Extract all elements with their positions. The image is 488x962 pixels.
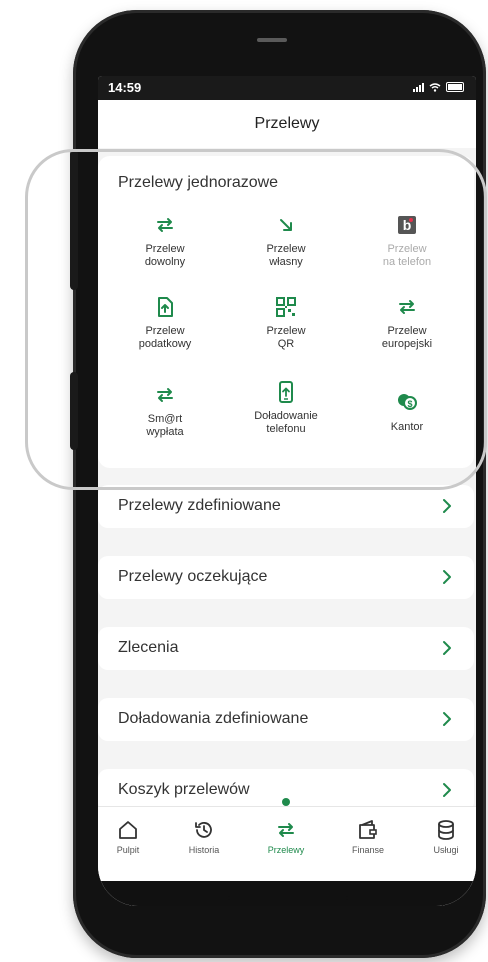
menu-przelewy-zdefiniowane[interactable]: Przelewy zdefiniowane — [98, 485, 474, 528]
history-icon — [195, 822, 212, 838]
tab-label: Pulpit — [116, 845, 140, 855]
menu-label: Przelewy oczekujące — [118, 568, 268, 585]
wifi-icon — [429, 82, 441, 92]
menu-label: Koszyk przelewów — [118, 781, 250, 798]
menu-przelewy-oczekujace[interactable]: Przelewy oczekujące — [98, 556, 474, 599]
phone-bottom-bezel — [98, 881, 476, 906]
home-icon — [119, 821, 137, 839]
signal-icon — [413, 82, 424, 92]
tab-pulpit[interactable]: Pulpit — [98, 819, 158, 855]
status-bar: 14:59 — [98, 76, 476, 100]
status-icons — [413, 82, 464, 92]
status-time: 14:59 — [108, 80, 142, 95]
page-title: Przelewy — [254, 115, 320, 132]
chevron-right-icon — [443, 499, 451, 513]
chevron-right-icon — [443, 712, 451, 726]
menu-label: Zlecenia — [118, 639, 179, 656]
menu-label: Przelewy zdefiniowane — [118, 497, 281, 514]
tab-label: Przelewy — [267, 845, 305, 855]
page-header: Przelewy — [98, 100, 476, 148]
tab-label: Usługi — [433, 845, 459, 855]
chevron-right-icon — [443, 570, 451, 584]
active-tab-indicator — [282, 798, 290, 806]
tab-finanse[interactable]: Finanse — [338, 819, 398, 855]
highlight-frame — [25, 149, 487, 490]
battery-icon — [446, 82, 464, 92]
menu-label: Doładowania zdefiniowane — [118, 710, 309, 727]
wallet-icon — [359, 820, 377, 839]
database-icon — [438, 820, 454, 840]
tab-uslugi[interactable]: Usługi — [416, 819, 476, 855]
tab-label: Historia — [188, 845, 220, 855]
tab-label: Finanse — [351, 845, 385, 855]
arrows-exchange-icon — [278, 823, 294, 837]
chevron-right-icon — [443, 783, 451, 797]
menu-doladowania-zdefiniowane[interactable]: Doładowania zdefiniowane — [98, 698, 474, 741]
home-indicator — [228, 896, 348, 900]
chevron-right-icon — [443, 641, 451, 655]
tab-historia[interactable]: Historia — [174, 819, 234, 855]
phone-speaker — [257, 38, 287, 42]
menu-zlecenia[interactable]: Zlecenia — [98, 627, 474, 670]
tab-przelewy[interactable]: Przelewy — [256, 819, 316, 855]
